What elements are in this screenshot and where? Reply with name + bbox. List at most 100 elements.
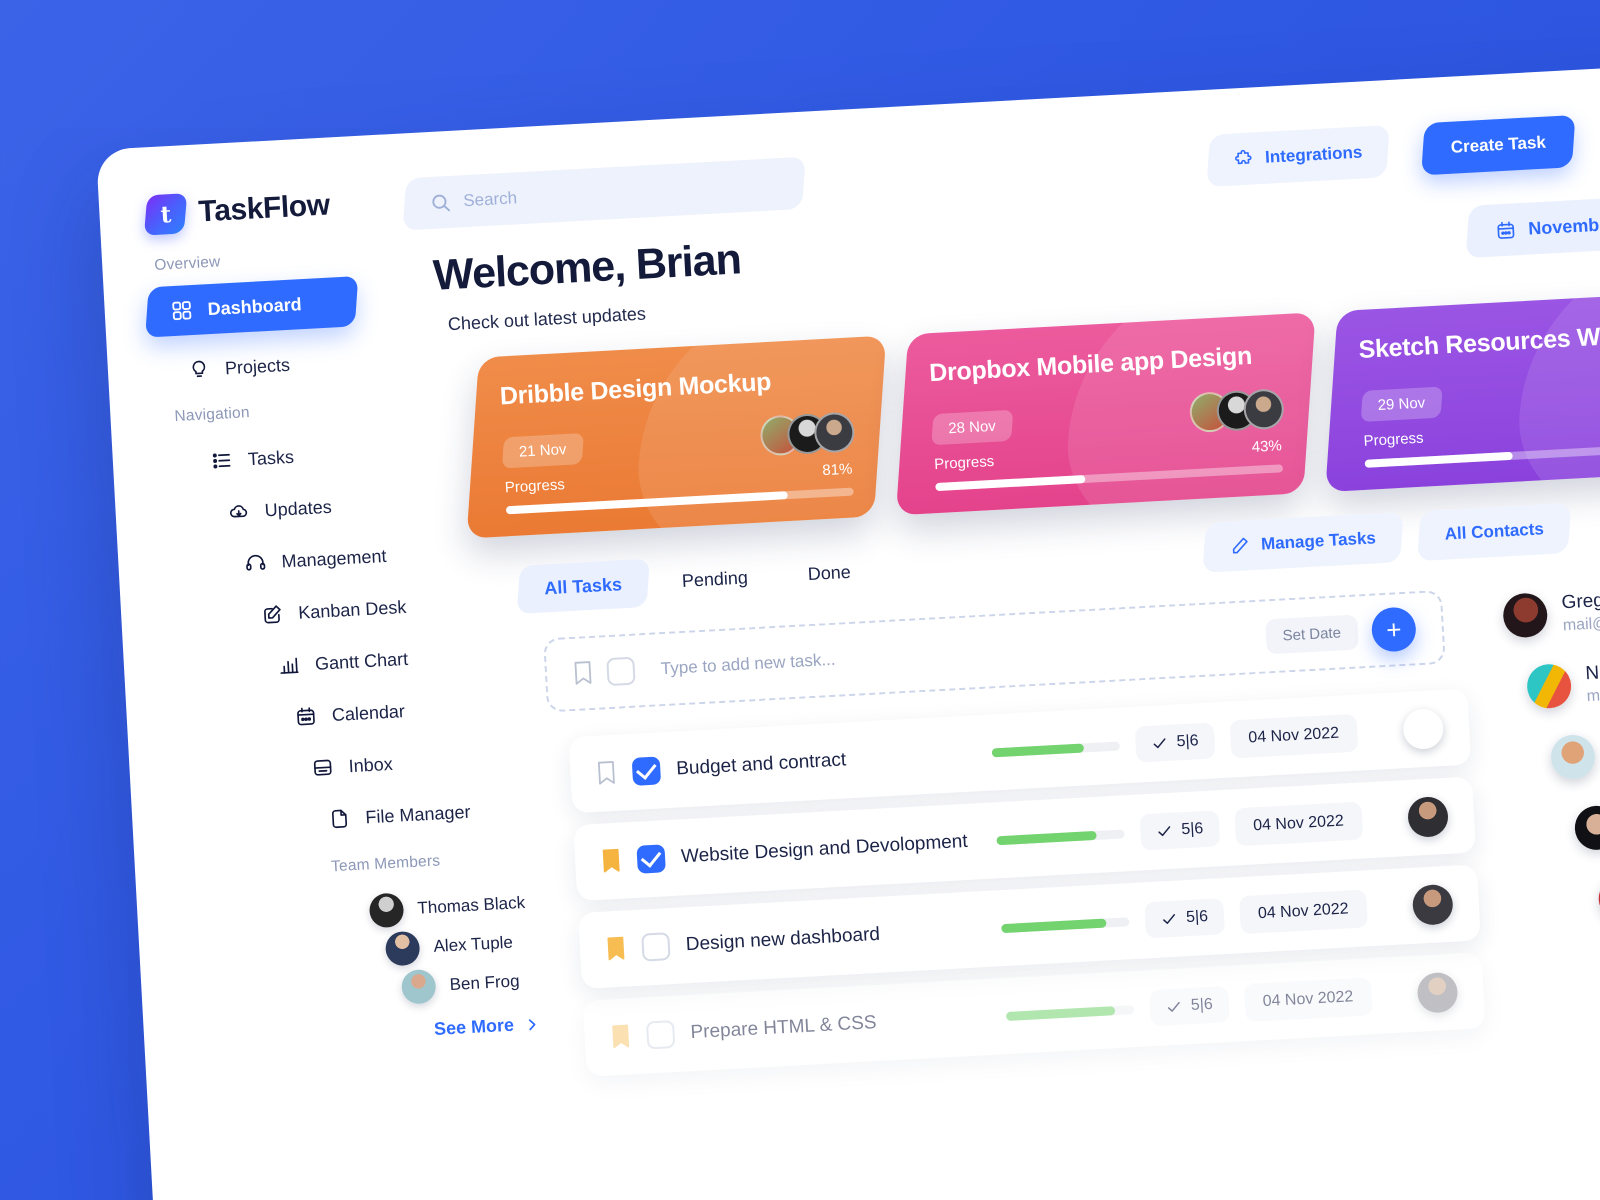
progress-fill	[1364, 451, 1513, 468]
task-count: 5|6	[1176, 732, 1199, 751]
tab-all-tasks[interactable]: All Tasks	[516, 558, 650, 614]
avatar	[1416, 971, 1459, 1014]
add-task-input[interactable]: Type to add new task... Set Date +	[543, 589, 1446, 713]
integrations-button[interactable]: Integrations	[1206, 124, 1391, 188]
task-checkbox[interactable]	[636, 844, 666, 874]
check-icon	[1158, 826, 1171, 837]
add-task-button[interactable]: +	[1370, 606, 1417, 653]
sidebar-section-navigation: Navigation	[174, 404, 251, 426]
sidebar-item-file-manager[interactable]: File Manager	[307, 786, 491, 846]
task-progress-fill	[1001, 918, 1107, 933]
task-checkbox[interactable]	[641, 932, 671, 962]
team-member-item[interactable]: Alex Tuple	[384, 926, 514, 967]
file-icon	[331, 809, 348, 829]
progress-value: 81%	[821, 460, 853, 480]
team-member-name: Ben Frog	[449, 971, 521, 995]
search-icon	[432, 194, 451, 211]
check-icon	[1153, 738, 1166, 749]
task-date: 04 Nov 2022	[1243, 977, 1373, 1023]
app-window: t TaskFlow Search Integrations Create Ta…	[96, 61, 1600, 1200]
task-filter-tabs: All Tasks Pending Done	[516, 546, 878, 614]
bar-chart-icon	[280, 657, 299, 674]
all-contacts-button[interactable]: All Contacts	[1417, 502, 1572, 562]
project-card-date: 21 Nov	[501, 433, 584, 469]
tab-done[interactable]: Done	[780, 546, 877, 599]
sidebar-item-inbox[interactable]: Inbox	[290, 738, 414, 794]
contact-item[interactable]: Gregory Ramirez mail@mail.com	[1502, 584, 1600, 639]
task-title: Design new dashboard	[685, 923, 881, 956]
search-input[interactable]: Search	[402, 156, 806, 231]
avatar	[1525, 663, 1573, 710]
task-count-chip: 5|6	[1148, 986, 1230, 1027]
sidebar-item-management[interactable]: Management	[223, 530, 408, 590]
project-card-title: Dribble Design Mockup	[499, 367, 772, 411]
sidebar-item-updates[interactable]: Updates	[206, 481, 353, 539]
sidebar-item-dashboard[interactable]: Dashboard	[145, 276, 359, 338]
headset-icon	[246, 554, 266, 571]
task-progress-fill	[1005, 1005, 1116, 1021]
manage-tasks-button[interactable]: Manage Tasks	[1202, 511, 1404, 573]
inbox-icon	[313, 759, 332, 776]
contact-item[interactable]: Taryn Rowe mail@mail.com	[1573, 798, 1600, 851]
team-member-name: Thomas Black	[416, 892, 526, 918]
task-checkbox[interactable]	[631, 756, 662, 786]
avatar	[400, 968, 437, 1005]
task-checkbox[interactable]	[645, 1020, 676, 1050]
cloud-icon	[229, 505, 248, 518]
team-member-item[interactable]: Ben Frog	[400, 964, 521, 1005]
task-title: Prepare HTML & CSS	[690, 1012, 878, 1044]
project-members	[759, 411, 856, 457]
puzzle-icon	[1235, 149, 1252, 165]
contact-item[interactable]: Novalee Collins mail@mail.com	[1525, 655, 1600, 710]
task-progress-bar	[996, 828, 1125, 845]
page-subtitle: Check out latest updates	[447, 303, 647, 335]
sidebar-item-updates-label: Updates	[264, 496, 333, 520]
project-card-date: 28 Nov	[931, 409, 1013, 446]
team-member-item[interactable]: Thomas Black	[368, 886, 526, 929]
task-checkbox[interactable]	[606, 656, 636, 687]
create-task-button[interactable]: Create Task	[1421, 114, 1576, 176]
progress-label: Progress	[933, 452, 995, 474]
sidebar-item-file-manager-label: File Manager	[364, 801, 471, 827]
sidebar-item-inbox-label: Inbox	[348, 753, 394, 776]
see-more-button[interactable]: See More	[433, 1013, 540, 1040]
avatar	[1406, 795, 1450, 838]
task-date: 04 Nov 2022	[1229, 713, 1359, 759]
bookmark-icon[interactable]	[601, 848, 622, 875]
sidebar-item-gantt-chart-label: Gantt Chart	[314, 648, 409, 674]
month-picker-button[interactable]: November	[1465, 196, 1600, 259]
bookmark-icon[interactable]	[572, 660, 593, 687]
sidebar-item-calendar[interactable]: Calendar	[274, 685, 427, 743]
task-count-chip: 5|6	[1139, 810, 1221, 851]
sidebar-item-projects[interactable]: Projects	[167, 339, 312, 397]
project-card[interactable]: Dribble Design Mockup 21 Nov Progress 81…	[466, 335, 887, 539]
bookmark-icon[interactable]	[605, 936, 626, 963]
progress-label: Progress	[504, 476, 566, 497]
brand-logo[interactable]: t TaskFlow	[143, 185, 331, 236]
sidebar-item-tasks[interactable]: Tasks	[190, 431, 316, 488]
logo-letter: t	[159, 200, 172, 229]
task-progress-fill	[991, 742, 1085, 757]
project-card[interactable]: Dropbox Mobile app Design 28 Nov Progres…	[895, 312, 1316, 516]
sidebar-item-projects-label: Projects	[224, 354, 291, 378]
manage-tasks-label: Manage Tasks	[1260, 528, 1377, 554]
project-card[interactable]: Sketch Resources Website 29 Nov Progress	[1325, 287, 1600, 493]
task-date: 04 Nov 2022	[1234, 801, 1363, 847]
progress-label: Progress	[1363, 429, 1425, 450]
month-label: November	[1527, 213, 1600, 239]
sidebar-item-kanban-desk[interactable]: Kanban Desk	[240, 581, 428, 641]
check-icon	[1167, 1001, 1180, 1012]
bookmark-icon[interactable]	[610, 1023, 631, 1050]
bookmark-icon[interactable]	[596, 760, 617, 787]
sidebar-item-gantt-chart[interactable]: Gantt Chart	[257, 633, 430, 692]
sidebar-item-management-label: Management	[280, 545, 387, 572]
taskflow-logo-icon: t	[143, 193, 188, 236]
create-task-label: Create Task	[1450, 132, 1547, 157]
progress-fill	[935, 475, 1086, 492]
tab-pending[interactable]: Pending	[655, 552, 775, 606]
contact-item[interactable]: Elianna Green mail@mail.com	[1549, 726, 1600, 781]
see-more-label: See More	[433, 1014, 515, 1039]
set-date-button[interactable]: Set Date	[1264, 613, 1359, 654]
progress-fill	[505, 491, 788, 515]
bulb-icon	[192, 360, 206, 378]
